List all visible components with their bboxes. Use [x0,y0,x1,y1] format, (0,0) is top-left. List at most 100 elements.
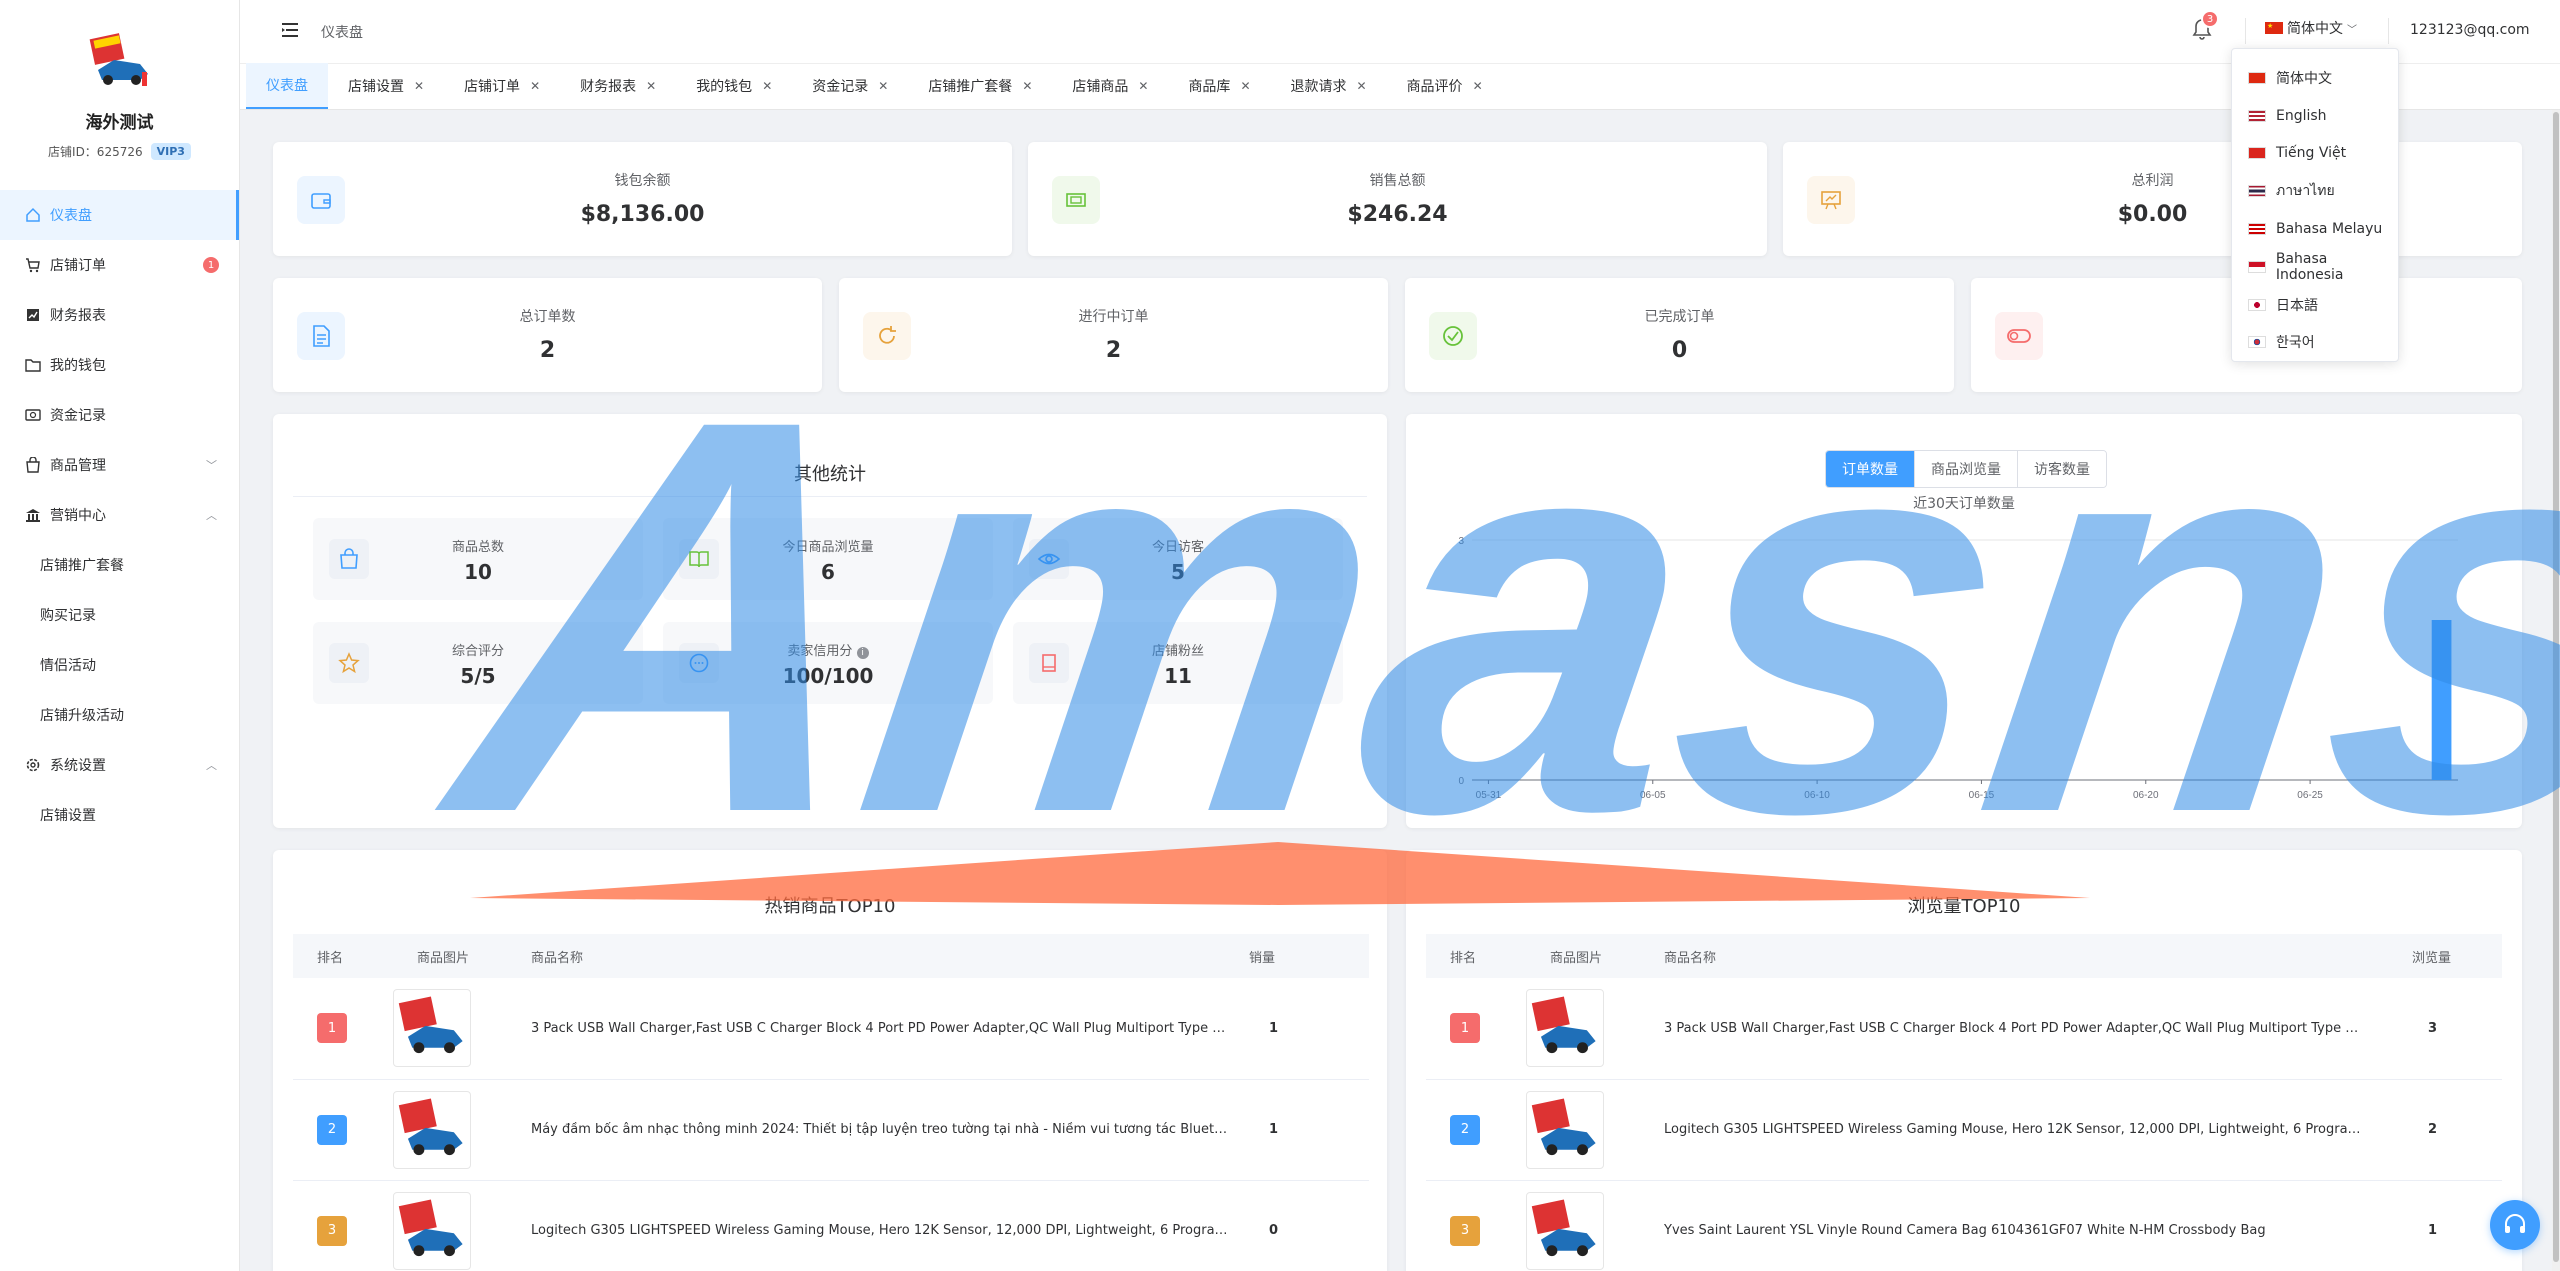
close-icon[interactable]: ✕ [878,79,888,93]
customer-service-button[interactable] [2490,1200,2540,1250]
product-image[interactable] [393,1191,471,1270]
stat-value: $8,136.00 [580,202,705,227]
stat-card-completed-orders: 已完成订单 0 [1405,278,1954,392]
mini-label: 店铺粉丝 [1151,644,1204,659]
close-icon[interactable]: ✕ [414,79,424,93]
tabs-bar: 仪表盘 店铺设置 ✕ 店铺订单 ✕ 财务报表 ✕ 我的钱包 ✕ 资金记录 ✕ 店铺推广套餐… [240,63,2560,110]
sidebar-item-system-settings[interactable]: 系统设置 ︿ [0,740,239,790]
sidebar-item-finance[interactable]: 财务报表 [0,290,239,340]
close-icon[interactable]: ✕ [646,79,656,93]
bag-icon [24,456,42,474]
chevron-up-icon: ︿ [206,509,217,522]
language-option-vi[interactable]: Tiếng Việt [2232,135,2398,173]
sidebar-item-marketing[interactable]: 营销中心 ︿ [0,490,239,540]
column-header: 商品名称 [1650,934,2412,978]
language-option-ja[interactable]: 日本語 [2232,286,2398,324]
close-icon[interactable]: ✕ [1138,79,1148,93]
tab-dashboard[interactable]: 仪表盘 [246,63,328,109]
language-option-en[interactable]: English [2232,97,2398,135]
product-name[interactable]: Máy đầm bốc âm nhạc thông minh 2024: Thi… [531,1122,1231,1137]
product-name[interactable]: Logitech G305 LIGHTSPEED Wireless Gaming… [531,1223,1231,1238]
tab-fund-records[interactable]: 资金记录 ✕ [792,63,908,109]
sidebar-item-wallet[interactable]: 我的钱包 [0,340,239,390]
table-row[interactable]: 3 Yves Saint Laurent YSL Vinyle Round Ca… [1426,1180,2502,1271]
language-option-th[interactable]: ภาษาไทย [2232,172,2398,210]
sidebar-item-orders[interactable]: 店铺订单 1 [0,240,239,290]
menu-toggle-icon[interactable] [280,20,300,40]
product-name[interactable]: 3 Pack USB Wall Charger,Fast USB C Charg… [1664,1021,2364,1036]
sidebar-item-couple-activity[interactable]: 情侣活动 [0,640,239,690]
mini-stat-credit-score: 卖家信用分 i 100/100 [663,622,993,704]
tab-finance[interactable]: 财务报表 ✕ [560,63,676,109]
language-option-ms[interactable]: Bahasa Melayu [2232,210,2398,248]
close-icon[interactable]: ✕ [762,79,772,93]
mini-stat-today-visitors: 今日访客 5 [1013,518,1343,600]
mini-value: 5 [1171,560,1185,584]
sidebar-item-promo-packages[interactable]: 店铺推广套餐 [0,540,239,590]
table-row[interactable]: 2 Logitech G305 LIGHTSPEED Wireless Gami… [1426,1079,2502,1181]
table-row[interactable]: 1 3 Pack USB Wall Charger,Fast USB C Cha… [293,978,1369,1080]
mini-stat-total-products: 商品总数 10 [313,518,643,600]
sidebar-item-dashboard[interactable]: 仪表盘 [0,190,239,240]
chart-icon [24,306,42,324]
language-option-ko[interactable]: 한국어 [2232,324,2398,362]
table-row[interactable]: 2 Máy đầm bốc âm nhạc thông minh 2024: T… [293,1079,1369,1181]
folder-icon [24,356,42,374]
language-option-zh-cn[interactable]: 简体中文 [2232,59,2398,97]
tab-product-library[interactable]: 商品库 ✕ [1168,63,1270,109]
mini-label: 今日访客 [1151,540,1204,555]
id-flag-icon [2248,260,2266,273]
tab-shop-orders[interactable]: 店铺订单 ✕ [444,63,560,109]
sidebar-item-upgrade-activity[interactable]: 店铺升级活动 [0,690,239,740]
close-icon[interactable]: ✕ [1240,79,1250,93]
breadcrumb[interactable]: 仪表盘 [321,22,363,42]
product-image[interactable] [1526,1191,1604,1270]
sidebar-item-shop-settings[interactable]: 店铺设置 [0,790,239,840]
language-option-label: Tiếng Việt [2276,145,2347,162]
info-icon[interactable]: i [856,647,869,659]
close-icon[interactable]: ✕ [530,79,540,93]
product-image[interactable] [1526,1090,1604,1169]
tab-product-reviews[interactable]: 商品评价 ✕ [1387,63,1503,109]
close-icon[interactable]: ✕ [1022,79,1032,93]
table-row[interactable]: 1 3 Pack USB Wall Charger,Fast USB C Cha… [1426,978,2502,1080]
th-flag-icon [2248,185,2266,198]
sidebar-item-purchase-records[interactable]: 购买记录 [0,590,239,640]
close-icon[interactable]: ✕ [1473,79,1483,93]
product-image[interactable] [1526,989,1604,1068]
credit-score-label: 卖家信用分 [787,644,853,659]
product-name[interactable]: Yves Saint Laurent YSL Vinyle Round Came… [1664,1223,2364,1238]
product-image[interactable] [393,989,471,1068]
tab-shop-settings[interactable]: 店铺设置 ✕ [328,63,444,109]
mini-value: 6 [821,560,835,584]
close-icon[interactable]: ✕ [1357,79,1367,93]
rank-badge: 3 [317,1215,347,1246]
language-select[interactable]: ★ 简体中文 ﹀ [2265,18,2357,38]
chart-x-tick-label: 05-31 [1476,790,1502,801]
product-name[interactable]: 3 Pack USB Wall Charger,Fast USB C Charg… [531,1021,1231,1036]
language-option-label: ภาษาไทย [2276,183,2335,200]
mini-label: 今日商品浏览量 [782,540,874,555]
stat-label: 总利润 [2131,173,2174,189]
product-image[interactable] [393,1090,471,1169]
chart-x-tick-label: 06-05 [1640,790,1666,801]
language-option-id[interactable]: Bahasa Indonesia [2232,248,2398,286]
tab-promo-packages[interactable]: 店铺推广套餐 ✕ [908,63,1052,109]
order-chart-card: 订单数量 商品浏览量 访客数量 近30天订单数量 0 3 05-31 06-05 06-… [1406,414,2522,828]
tab-label: 商品库 [1188,79,1231,95]
scrollbar-thumb[interactable] [2553,112,2559,1262]
sidebar-item-products[interactable]: 商品管理 ﹀ [0,440,239,490]
table-row[interactable]: 3 Logitech G305 LIGHTSPEED Wireless Gami… [293,1180,1369,1271]
user-email[interactable]: 123123@qq.com [2410,22,2530,38]
tab-wallet[interactable]: 我的钱包 ✕ [676,63,792,109]
language-option-label: Bahasa Indonesia [2275,250,2344,283]
sidebar-item-fund-records[interactable]: 资金记录 [0,390,239,440]
column-header: 排名 [1426,934,1526,978]
product-name[interactable]: Logitech G305 LIGHTSPEED Wireless Gaming… [1664,1122,2364,1137]
cn-flag-icon: ★ [2265,22,2283,34]
tab-refunds[interactable]: 退款请求 ✕ [1271,63,1387,109]
sidebar-item-label: 商品管理 [50,458,106,474]
stat-label: 已完成订单 [1644,309,1715,325]
tab-shop-products[interactable]: 店铺商品 ✕ [1052,63,1168,109]
tab-label: 我的钱包 [696,79,753,95]
